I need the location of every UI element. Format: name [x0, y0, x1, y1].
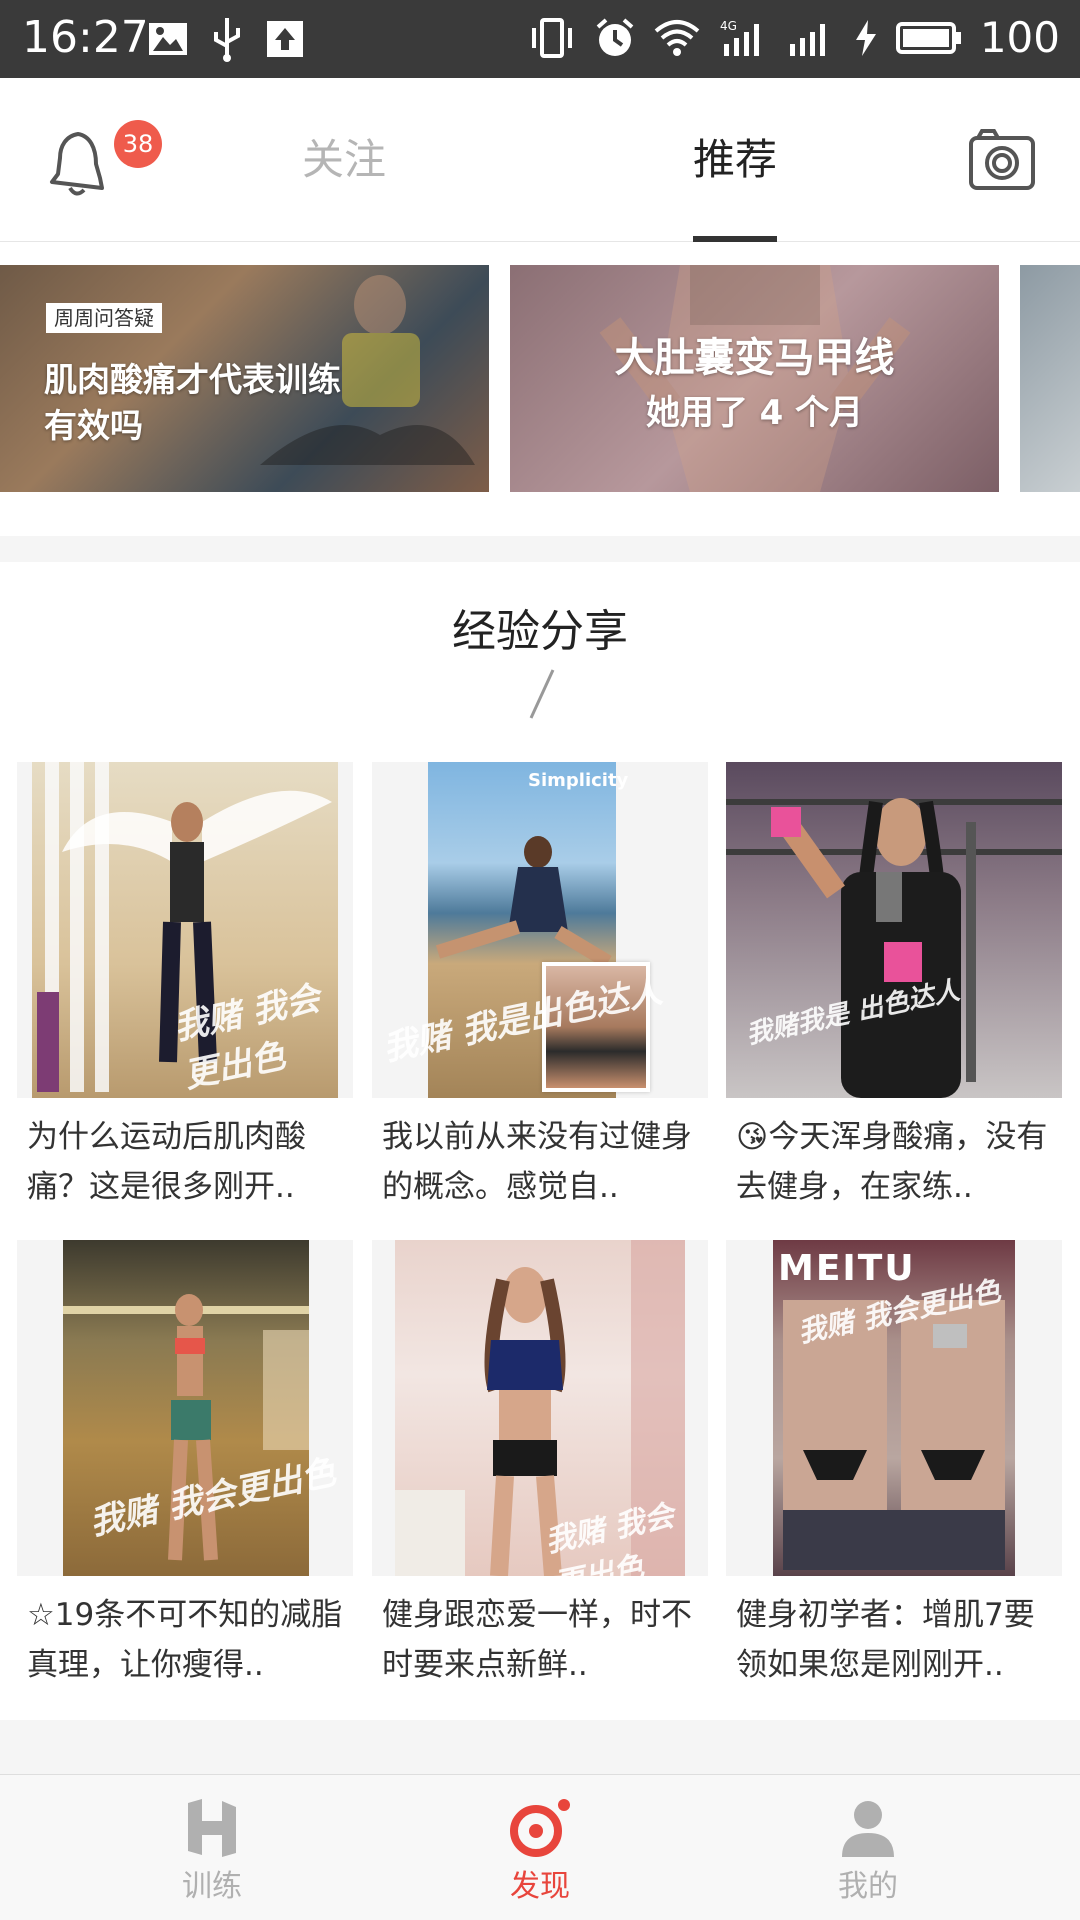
camera-icon[interactable] — [968, 128, 1036, 192]
h-logo-icon — [188, 1799, 236, 1857]
post-card[interactable]: MEITU 我赌 我会更出色 健身初学者：增肌7要领如果您是刚刚开.. — [726, 1240, 1062, 1710]
post-excerpt: 健身跟恋爱一样，时不时要来点新鲜.. — [382, 1597, 692, 1683]
notification-bell-icon[interactable] — [44, 126, 116, 198]
bottom-tab-training[interactable]: 训练 — [112, 1775, 312, 1920]
post-image: Simplicity 我赌 我是出色达人 — [372, 762, 708, 1098]
post-card[interactable]: 我赌 我会更出色 健身跟恋爱一样，时不时要来点新鲜.. — [372, 1240, 708, 1710]
svg-text:4G: 4G — [720, 19, 737, 33]
post-image: 我赌 我会更出色 — [17, 762, 353, 1098]
battery-level: 100 — [979, 13, 1060, 62]
post-card[interactable]: 我赌我是 出色达人 😘今天浑身酸痛，没有去健身，在家练.. — [726, 762, 1062, 1232]
post-image: 我赌 我会更出色 — [372, 1240, 708, 1576]
banner-tag: 周周问答疑 — [46, 303, 162, 333]
section-divider-slash — [529, 669, 555, 719]
profile-icon — [842, 1801, 894, 1857]
post-excerpt: 健身初学者：增肌7要领如果您是刚刚开.. — [736, 1597, 1035, 1683]
bottom-tab-label: 发现 — [510, 1869, 570, 1904]
post-caption: Simplicity — [528, 770, 629, 791]
status-time: 16:27 — [22, 12, 149, 63]
bottom-tab-profile[interactable]: 我的 — [768, 1775, 968, 1920]
banner-carousel[interactable]: 周周问答疑 肌肉酸痛才代表训练有效吗 大肚囊变马甲线 她用了 4 个月 — [0, 242, 1080, 536]
experience-sharing-section: 经验分享 我赌 我会更出色 为什么运动后肌肉酸痛？这是很多刚开.. Simpli… — [0, 562, 1080, 1720]
banner-muscle-soreness[interactable]: 周周问答疑 肌肉酸痛才代表训练有效吗 — [0, 265, 489, 492]
banner-title: 大肚囊变马甲线 — [614, 335, 895, 381]
vibrate-icon — [531, 18, 572, 58]
charging-icon — [855, 20, 876, 56]
bottom-tab-discover[interactable]: 发现 — [440, 1775, 640, 1920]
bottom-tab-label: 训练 — [182, 1869, 242, 1904]
signal-icon — [789, 24, 825, 56]
post-excerpt: 为什么运动后肌肉酸痛？这是很多刚开.. — [27, 1119, 306, 1205]
post-image: 我赌我是 出色达人 — [726, 762, 1062, 1098]
discover-icon — [510, 1799, 570, 1857]
status-bar: 16:27 4G 100 — [0, 0, 1080, 78]
post-card[interactable]: 我赌 我会更出色 为什么运动后肌肉酸痛？这是很多刚开.. — [17, 762, 353, 1232]
tab-recommend[interactable]: 推荐 — [693, 130, 777, 190]
post-image: MEITU 我赌 我会更出色 — [726, 1240, 1062, 1576]
banner-title: 肌肉酸痛才代表训练有效吗 — [44, 360, 341, 445]
upload-icon — [267, 21, 303, 57]
tab-follow[interactable]: 关注 — [302, 130, 386, 190]
post-excerpt: ☆19条不可不知的减脂真理，让你瘦得.. — [27, 1597, 343, 1683]
top-navigation: 38 关注 推荐 — [0, 78, 1080, 242]
alarm-icon — [596, 18, 634, 56]
post-card[interactable]: Simplicity 我赌 我是出色达人 我以前从来没有过健身的概念。感觉自.. — [372, 762, 708, 1232]
post-excerpt: 😘今天浑身酸痛，没有去健身，在家练.. — [736, 1119, 1048, 1205]
image-notification-icon — [149, 23, 187, 55]
notification-badge: 38 — [114, 120, 162, 168]
post-image: 我赌 我会更出色 — [17, 1240, 353, 1576]
post-card[interactable]: 我赌 我会更出色 ☆19条不可不知的减脂真理，让你瘦得.. — [17, 1240, 353, 1710]
signal-4g-icon: 4G — [720, 19, 759, 56]
banner-abs-transformation[interactable]: 大肚囊变马甲线 她用了 4 个月 — [510, 265, 999, 492]
battery-icon — [895, 22, 961, 54]
banner-next-peek[interactable] — [1020, 265, 1080, 492]
wifi-icon — [654, 20, 700, 56]
banner-subtitle: 她用了 4 个月 — [645, 393, 864, 433]
section-title: 经验分享 — [452, 606, 628, 657]
usb-icon — [214, 18, 240, 62]
bottom-navigation: 训练 发现 我的 — [0, 1774, 1080, 1920]
bottom-tab-label: 我的 — [838, 1869, 898, 1904]
post-excerpt: 我以前从来没有过健身的概念。感觉自.. — [382, 1119, 692, 1205]
post-caption: MEITU — [778, 1248, 916, 1289]
